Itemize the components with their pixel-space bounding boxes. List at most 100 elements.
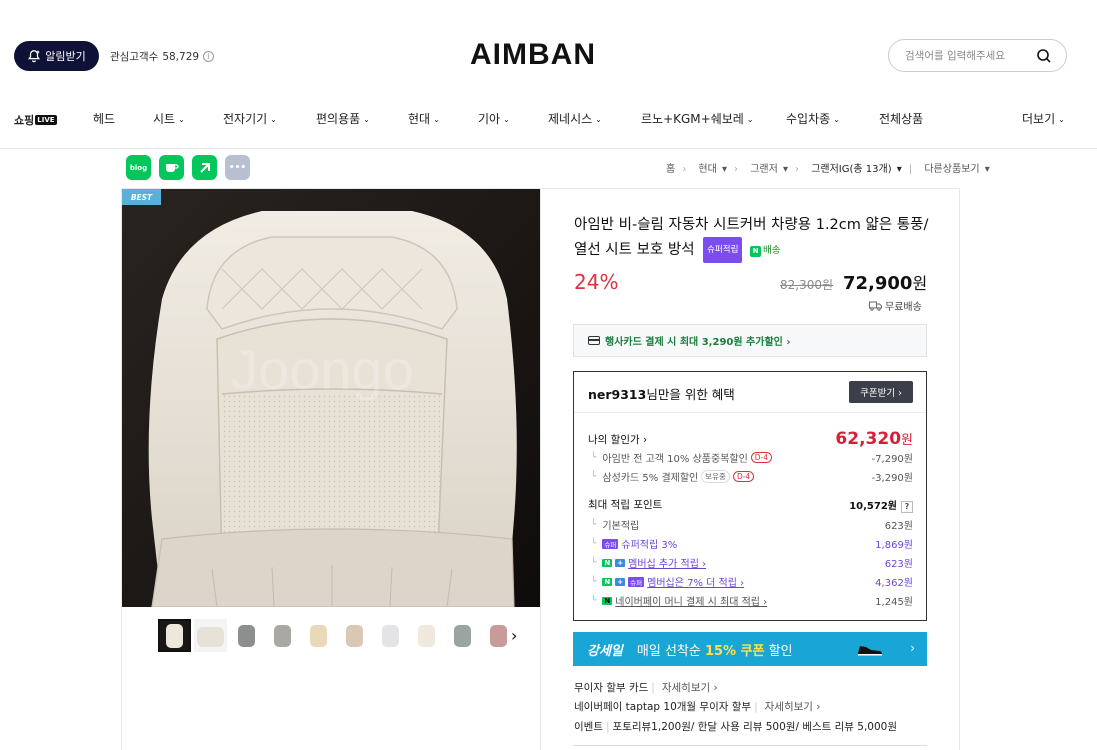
thumb-image [302, 619, 335, 652]
details-link[interactable]: 자세히보기 › [662, 682, 718, 694]
share-blog-button[interactable]: blog [126, 155, 151, 180]
interest-number: 58,729 [162, 50, 200, 63]
product-title-block: 아임반 비-슬림 자동차 시트커버 차량용 1.2cm 얇은 통풍/열선 시트 … [574, 213, 934, 263]
nav-label: 르노+KGM+쉐보레 [641, 112, 744, 126]
interest-label: 관심고객수 [110, 51, 159, 63]
breadcrumb-separator-icon: | [908, 164, 913, 175]
thumbnail[interactable] [410, 619, 443, 652]
super-badge: 슈퍼 [602, 538, 619, 549]
share-cafe-button[interactable] [159, 155, 184, 180]
points-row-value: 623원 [884, 559, 913, 570]
breadcrumb-label: 다른상품보기 [924, 164, 980, 175]
breadcrumb-grandeur[interactable]: 그랜저 ▾ [748, 164, 788, 175]
my-price-label[interactable]: 나의 할인가 › [588, 432, 647, 447]
breadcrumb-current[interactable]: 그랜저IG(총 13개) ▾ [809, 164, 902, 175]
breadcrumb-label: 그랜저IG(총 13개) [811, 164, 892, 175]
share-band-button[interactable] [192, 155, 217, 180]
product-main-image[interactable]: Joongo [122, 189, 540, 607]
nav-label: 헤드 [93, 112, 116, 126]
banner-text-suffix: 할인 [768, 643, 793, 659]
thumb-image [230, 619, 263, 652]
nav-item-genesis[interactable]: 제네시스 ⌄ [548, 110, 602, 127]
nav-label: 더보기 [1022, 112, 1056, 126]
coupon-button[interactable]: 쿠폰받기 › [849, 381, 913, 403]
points-total: 10,572원? [849, 497, 913, 513]
nav-item-head[interactable]: 헤드 [93, 110, 115, 127]
points-row-link[interactable]: 네이버페이 머니 결제 시 최대 적립 › [615, 593, 767, 608]
breadcrumb-separator-icon: › [734, 164, 738, 175]
banner-text-prefix: 매일 선착순 [636, 643, 701, 659]
nav-item-electronics[interactable]: 전자기기 ⌄ [223, 110, 277, 127]
thumbnail-strip [158, 619, 515, 652]
sale-price-unit: 원 [912, 274, 928, 293]
benefit-box: ner9313님만을 위한 혜택 쿠폰받기 › 나의 할인가 › 62,320원… [573, 371, 927, 621]
thumbnail[interactable] [158, 619, 191, 652]
breadcrumb-label: 현대 [698, 164, 717, 175]
info-icon[interactable]: i [203, 51, 215, 62]
search-input[interactable] [905, 49, 1025, 62]
nav-item-all-products[interactable]: 전체상품 [879, 110, 923, 127]
thumbnail[interactable] [266, 619, 299, 652]
tree-branch-icon: └ [591, 519, 597, 530]
tree-branch-icon: └ [591, 557, 597, 568]
breadcrumb-hyundai[interactable]: 현대 ▾ [696, 164, 727, 175]
breadcrumb-home[interactable]: 홈 [666, 164, 675, 175]
nav-item-hyundai[interactable]: 현대 ⌄ [408, 110, 440, 127]
nav-label: 전자기기 [223, 112, 268, 126]
notify-button[interactable]: 알림받기 [14, 41, 99, 71]
thumbnail[interactable] [302, 619, 335, 652]
card-promo-bar[interactable]: 행사카드 결제 시 최대 3,290원 추가할인 › [573, 324, 927, 357]
category-nav: 쇼핑 LIVE 헤드 시트 ⌄ 전자기기 ⌄ 편의용품 ⌄ 현대 ⌄ 기아 ⌄ 제네시스 ⌄… [0, 106, 1097, 130]
chevron-down-icon: ⌄ [833, 115, 840, 124]
nav-item-kia[interactable]: 기아 ⌄ [478, 110, 510, 127]
help-icon[interactable]: ? [901, 500, 913, 513]
naver-pay-icon: N [602, 596, 613, 605]
separator: | [651, 682, 655, 694]
points-total-row: 최대 적립 포인트 10,572원? [588, 497, 913, 513]
chevron-right-icon[interactable]: › [511, 626, 517, 645]
tree-branch-icon: └ [591, 538, 597, 549]
points-row-link[interactable]: 멤버십은 7% 더 적립 › [647, 574, 744, 589]
points-total-value: 10,572원 [849, 501, 897, 512]
live-tag: LIVE [35, 115, 57, 125]
thumbnail[interactable] [446, 619, 479, 652]
share-more-button[interactable]: ••• [225, 155, 250, 180]
nav-item-more[interactable]: 더보기 ⌄ [1022, 110, 1065, 127]
search-icon[interactable] [1036, 48, 1052, 64]
event-row: 이벤트 | 포토리뷰1,200원/ 한달 사용 리뷰 500원/ 베스트 리뷰 5,… [574, 719, 897, 734]
breadcrumb-separator-icon: › [795, 164, 799, 175]
nav-item-seat[interactable]: 시트 ⌄ [153, 110, 185, 127]
points-row-link[interactable]: 멤버십 추가 적립 › [628, 555, 706, 570]
shopping-live-link[interactable]: 쇼핑 LIVE [14, 112, 57, 128]
event-label: 이벤트 [574, 721, 603, 733]
thumbnail[interactable] [374, 619, 407, 652]
points-row-label: 기본적립 [602, 521, 640, 532]
chevron-down-icon: ⌄ [503, 115, 510, 124]
deadline-badge: D-4 [750, 452, 773, 463]
details-link[interactable]: 자세히보기 › [765, 701, 821, 713]
shipping-label: 무료배송 [885, 302, 922, 313]
thumbnail[interactable] [230, 619, 263, 652]
points-row-value: 4,362원 [875, 578, 913, 589]
site-header: 알림받기 관심고객수 58,729 i AIMBAN [0, 0, 1097, 110]
more-dots-icon: ••• [228, 162, 247, 173]
benefit-headline: ner9313님만을 위한 혜택 [588, 384, 735, 403]
thumbnail[interactable] [194, 619, 227, 652]
brand-logo[interactable]: AIMBAN [470, 38, 596, 72]
nav-item-imports[interactable]: 수입차종 ⌄ [786, 110, 840, 127]
bell-plus-icon [28, 50, 41, 63]
best-tag: BEST [122, 189, 161, 205]
thumbnail[interactable] [338, 619, 371, 652]
nav-item-renault-kgm-chevrolet[interactable]: 르노+KGM+쉐보레 ⌄ [641, 110, 754, 127]
discount-label: 삼성카드 5% 결제할인 [602, 473, 699, 484]
separator: | [754, 701, 758, 713]
nav-item-convenience[interactable]: 편의용품 ⌄ [316, 110, 370, 127]
search-box[interactable] [888, 39, 1067, 72]
points-row-value: 1,245원 [875, 597, 913, 608]
plus-icon: + [615, 558, 626, 567]
breadcrumb-other-products[interactable]: 다른상품보기 ▾ [922, 164, 989, 175]
points-row: └ N 네이버페이 머니 결제 시 최대 적립 › 1,245원 [588, 593, 913, 609]
points-row: └ N + 슈퍼 멤버십은 7% 더 적립 › 4,362원 [588, 574, 913, 589]
my-price-row: 나의 할인가 › 62,320원 [588, 429, 913, 449]
nav-label: 현대 [408, 112, 431, 126]
